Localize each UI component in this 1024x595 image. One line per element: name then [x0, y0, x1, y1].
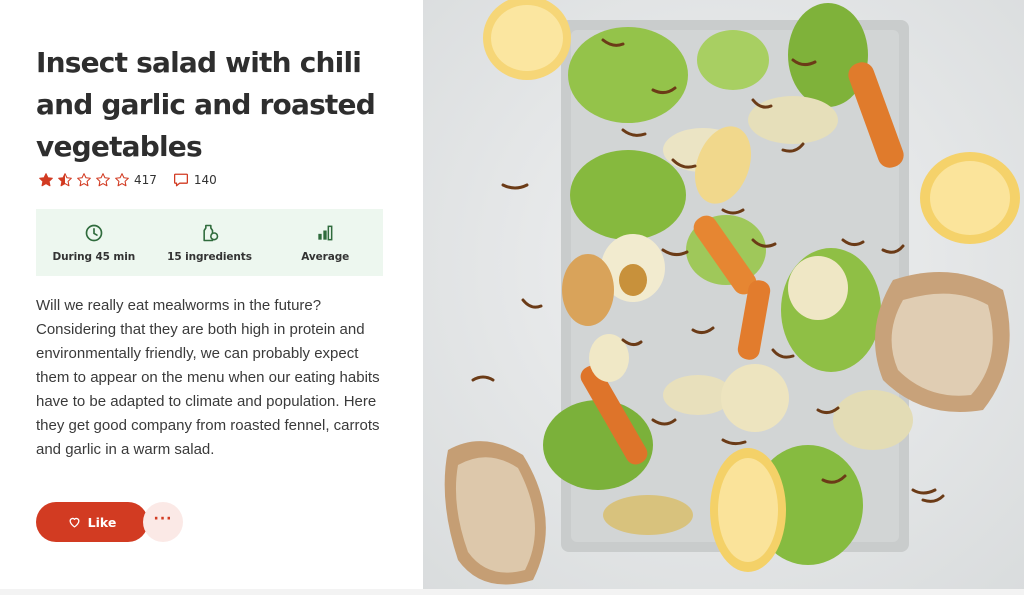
- star-half-icon[interactable]: [57, 172, 73, 188]
- info-time: During 45 min: [36, 209, 152, 276]
- more-options-button[interactable]: ···: [143, 502, 183, 542]
- rating-count: 417: [134, 173, 157, 187]
- info-ingredients-label: 15 ingredients: [167, 251, 252, 263]
- ingredients-icon: [202, 224, 218, 242]
- info-difficulty: Average: [267, 209, 383, 276]
- like-label: Like: [87, 514, 117, 530]
- comment-count: 140: [193, 173, 217, 187]
- heart-icon: [69, 517, 80, 528]
- recipe-panel: Insect salad with chili and garlic and r…: [0, 0, 423, 595]
- star-empty-icon[interactable]: [114, 172, 130, 188]
- recipe-title: Insect salad with chili and garlic and r…: [36, 46, 376, 163]
- comments-link[interactable]: 140: [173, 173, 217, 187]
- star-empty-icon[interactable]: [76, 172, 92, 188]
- star-full-icon[interactable]: [38, 172, 54, 188]
- comment-icon: [173, 173, 188, 187]
- salad-image: [423, 0, 1024, 589]
- recipe-photo: [423, 0, 1024, 589]
- clock-icon: [85, 224, 103, 242]
- difficulty-bars-icon: [318, 225, 333, 241]
- info-difficulty-label: Average: [301, 251, 350, 263]
- more-dots-icon: ···: [153, 511, 173, 527]
- recipe-description: Will we really eat mealworms in the futu…: [36, 297, 380, 458]
- info-ingredients: 15 ingredients: [152, 209, 268, 276]
- rating-row: 417 140: [38, 171, 217, 189]
- recipe-info-box: During 45 min 15 ingredients Average: [36, 209, 383, 276]
- page-bottom-edge: [0, 589, 1024, 595]
- like-button[interactable]: Like: [36, 502, 148, 542]
- info-time-label: During 45 min: [52, 251, 136, 263]
- star-empty-icon[interactable]: [95, 172, 111, 188]
- star-rating[interactable]: [38, 172, 130, 188]
